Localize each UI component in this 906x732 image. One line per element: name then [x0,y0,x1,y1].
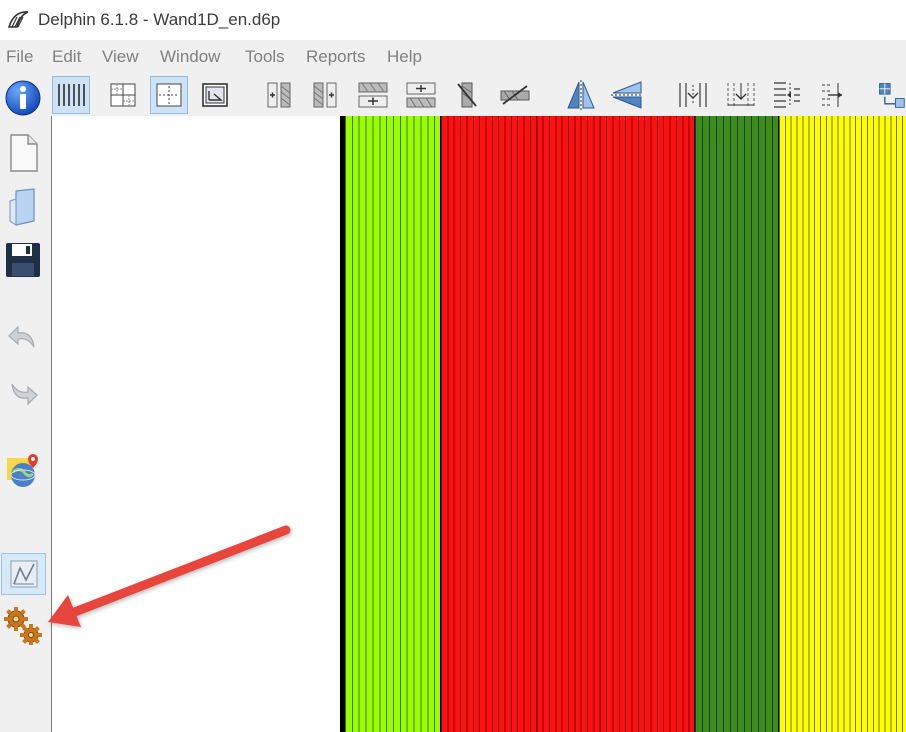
assignment-view-button[interactable] [196,76,234,114]
climate-location-button[interactable] [3,451,43,491]
grid-cells-view-icon [110,83,136,107]
new-file-button[interactable] [3,133,43,173]
delete-column-icon [457,82,477,108]
menu-window[interactable]: Window [160,47,220,67]
climate-location-icon [7,454,38,487]
grid-lines-view-button[interactable] [52,76,90,114]
mirror-vertical-icon [611,81,643,109]
info-button[interactable] [3,78,43,118]
insert-row-button[interactable] [354,76,392,114]
menu-tools[interactable]: Tools [245,47,285,67]
new-file-icon [10,134,38,172]
insert-column-icon [267,82,291,108]
refine-columns-icon [679,83,707,107]
mirror-vertical-button[interactable] [608,76,646,114]
split-column-button[interactable] [306,76,344,114]
delete-row-button[interactable] [496,76,534,114]
settings-gears-icon [4,607,42,645]
assignment-view-icon [202,83,228,107]
post-processing-icon [10,560,37,588]
split-row-icon [406,82,436,108]
undo-icon [8,325,35,348]
top-toolbar [50,73,906,116]
title-bar: Delphin 6.1.8 - Wand1D_en.d6p [0,0,906,40]
split-column-icon [313,82,337,108]
refine-columns-button[interactable] [674,76,712,114]
dark-green-layer[interactable] [694,116,778,732]
insert-column-button[interactable] [260,76,298,114]
redo-icon [11,383,38,406]
window-title: Delphin 6.1.8 - Wand1D_en.d6p [38,10,281,29]
grid-lines-view-icon [58,84,85,106]
selection-view-button[interactable] [150,76,188,114]
grid-cells-view-button[interactable] [104,76,142,114]
red-layer[interactable] [440,116,694,732]
align-right-icon [822,83,842,107]
light-green-layer[interactable] [344,116,440,732]
split-row-button[interactable] [402,76,440,114]
align-right-button[interactable] [816,76,854,114]
more-tools-icon [879,83,905,108]
undo-button[interactable] [3,318,43,358]
mirror-horizontal-button[interactable] [562,76,600,114]
delete-column-button[interactable] [448,76,486,114]
left-toolbar [0,73,50,732]
more-tools-button[interactable] [876,76,906,114]
menu-file[interactable]: File [6,47,33,67]
insert-row-icon [358,82,388,108]
yellow-layer[interactable] [778,116,906,732]
refine-rows-icon [727,83,755,107]
post-processing-button[interactable] [1,553,46,595]
redo-button[interactable] [3,373,43,413]
menu-edit[interactable]: Edit [52,47,81,67]
construction-canvas[interactable] [51,116,906,732]
align-left-button[interactable] [768,76,806,114]
open-file-icon [9,188,35,227]
mirror-horizontal-icon [567,80,595,110]
menu-bar: File Edit View Window Tools Reports Help [0,40,906,73]
menu-view[interactable]: View [102,47,139,67]
settings-button[interactable] [3,606,43,646]
refine-rows-button[interactable] [722,76,760,114]
selection-view-icon [156,83,182,107]
delphin-app-icon [8,11,29,28]
save-button[interactable] [3,240,43,280]
open-file-button[interactable] [3,187,43,227]
delete-row-icon [500,85,530,105]
save-icon [6,243,40,277]
info-icon [5,80,41,116]
align-left-icon [774,82,800,108]
menu-reports[interactable]: Reports [306,47,366,67]
menu-help[interactable]: Help [387,47,422,67]
